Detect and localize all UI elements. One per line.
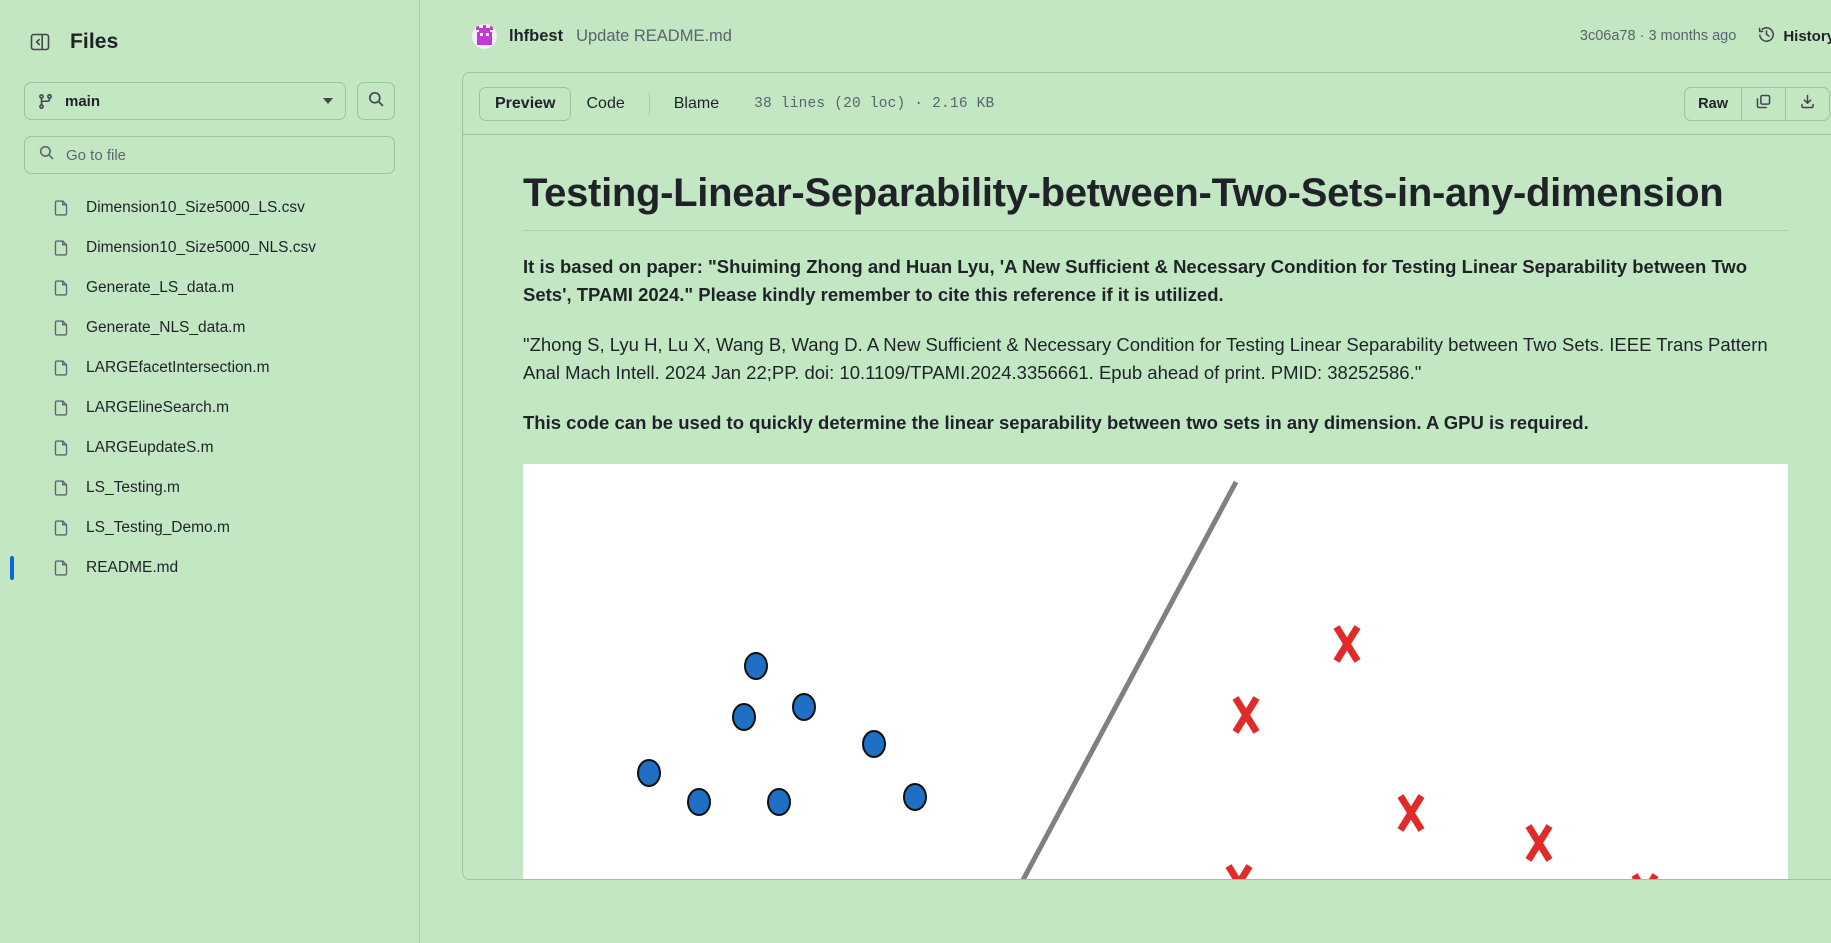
file-name: LS_Testing.m xyxy=(86,479,180,496)
download-icon xyxy=(1799,93,1816,114)
doc-paragraph-1: It is based on paper: "Shuiming Zhong an… xyxy=(523,256,1748,306)
branch-name: main xyxy=(65,92,101,110)
separator-line xyxy=(1020,480,1239,879)
branch-selector[interactable]: main xyxy=(24,82,346,120)
file-name: LARGEupdateS.m xyxy=(86,439,214,456)
commit-author[interactable]: lhfbest xyxy=(509,27,563,46)
tab-preview[interactable]: Preview xyxy=(479,86,572,121)
scatter-point-circle xyxy=(792,692,816,721)
doc-title: Testing-Linear-Separability-between-Two-… xyxy=(523,171,1788,231)
scatter-point-circle xyxy=(744,651,768,680)
file-stats: 38 lines (20 loc) · 2.16 KB xyxy=(754,95,995,112)
chevron-down-icon xyxy=(323,98,333,104)
sidebar-search-button[interactable] xyxy=(357,82,395,120)
scatter-point-cross xyxy=(1525,823,1553,862)
toolbar-actions: Raw xyxy=(1684,86,1830,121)
file-name: LARGEfacetIntersection.m xyxy=(86,359,270,376)
scatter-plot-figure: CSDN @一个兴趣使然的程序员lvh xyxy=(523,463,1788,879)
list-item[interactable]: Dimension10_Size5000_LS.csv xyxy=(0,188,419,228)
file-icon xyxy=(52,559,70,577)
commit-meta[interactable]: 3c06a78 · 3 months ago xyxy=(1580,28,1736,44)
scatter-point-circle xyxy=(732,702,756,731)
scatter-point-cross xyxy=(1631,872,1659,879)
history-label: History xyxy=(1783,27,1831,45)
list-item[interactable]: Dimension10_Size5000_NLS.csv xyxy=(0,228,419,268)
file-icon xyxy=(52,319,70,337)
history-button[interactable]: History xyxy=(1758,26,1831,47)
search-icon xyxy=(38,144,55,166)
file-icon xyxy=(52,399,70,417)
list-item[interactable]: LARGElineSearch.m xyxy=(0,388,419,428)
raw-button[interactable]: Raw xyxy=(1685,87,1742,120)
tab-code[interactable]: Code xyxy=(571,88,639,120)
list-item[interactable]: LS_Testing.m xyxy=(0,468,419,508)
scatter-point-cross xyxy=(1397,793,1425,832)
scatter-point-circle xyxy=(767,787,791,816)
commit-header-right: 3c06a78 · 3 months ago History xyxy=(1580,26,1831,47)
download-button[interactable] xyxy=(1786,88,1829,120)
sidebar-collapse-icon[interactable] xyxy=(24,26,56,58)
copy-icon xyxy=(1755,93,1772,114)
doc-paragraph-3: This code can be used to quickly determi… xyxy=(523,412,1589,434)
branch-icon xyxy=(37,93,54,110)
list-item[interactable]: LS_Testing_Demo.m xyxy=(0,508,419,548)
go-to-file-placeholder: Go to file xyxy=(66,146,127,164)
files-sidebar: Files main Go to file Dimension10_Size50… xyxy=(0,0,420,943)
search-icon xyxy=(367,90,385,113)
toolbar-divider xyxy=(648,92,650,115)
go-to-file-input[interactable]: Go to file xyxy=(24,136,395,174)
file-name: LS_Testing_Demo.m xyxy=(86,519,230,536)
list-item[interactable]: LARGEupdateS.m xyxy=(0,428,419,468)
list-item[interactable]: LARGEfacetIntersection.m xyxy=(0,348,419,388)
file-icon xyxy=(52,479,70,497)
file-icon xyxy=(52,199,70,217)
file-icon xyxy=(52,239,70,257)
branch-row: main xyxy=(0,62,419,120)
file-icon xyxy=(52,279,70,297)
page-title: Files xyxy=(70,30,119,53)
file-icon xyxy=(52,439,70,457)
avatar xyxy=(472,23,497,49)
main-content: lhfbest Update README.md 3c06a78 · 3 mon… xyxy=(420,0,1831,943)
doc-paragraph-2: "Zhong S, Lyu H, Lu X, Wang B, Wang D. A… xyxy=(523,334,1768,384)
file-name: Generate_LS_data.m xyxy=(86,279,235,296)
file-list: Dimension10_Size5000_LS.csv Dimension10_… xyxy=(0,188,419,588)
scatter-point-circle xyxy=(687,787,711,816)
tab-blame[interactable]: Blame xyxy=(659,88,734,120)
file-name: Generate_NLS_data.m xyxy=(86,319,246,336)
file-name: Dimension10_Size5000_LS.csv xyxy=(86,199,305,216)
scatter-plot-svg xyxy=(637,480,1659,879)
scatter-point-circle xyxy=(637,758,661,787)
app-root: Files main Go to file Dimension10_Size50… xyxy=(0,0,1831,943)
list-item-readme[interactable]: README.md xyxy=(0,548,419,588)
sidebar-header: Files xyxy=(0,0,419,62)
raw-copy-download-group: Raw xyxy=(1684,86,1830,121)
file-name: Dimension10_Size5000_NLS.csv xyxy=(86,239,317,256)
scatter-point-cross xyxy=(1225,863,1253,879)
file-icon xyxy=(52,359,70,377)
file-name: README.md xyxy=(86,559,179,576)
history-clock-icon xyxy=(1758,26,1775,47)
scatter-point-circle xyxy=(903,782,927,811)
list-item[interactable]: Generate_LS_data.m xyxy=(0,268,419,308)
file-viewer-card: Preview Code Blame 38 lines (20 loc) · 2… xyxy=(462,72,1831,880)
scatter-point-cross xyxy=(1232,695,1260,734)
file-icon xyxy=(52,519,70,537)
commit-message[interactable]: Update README.md xyxy=(576,27,732,46)
file-name: LARGElineSearch.m xyxy=(86,399,230,416)
commit-header: lhfbest Update README.md 3c06a78 · 3 mon… xyxy=(450,0,1831,72)
scatter-point-circle xyxy=(862,729,886,758)
copy-button[interactable] xyxy=(1742,87,1786,120)
list-item[interactable]: Generate_NLS_data.m xyxy=(0,308,419,348)
scatter-point-cross xyxy=(1333,624,1361,663)
file-toolbar: Preview Code Blame 38 lines (20 loc) · 2… xyxy=(463,73,1831,135)
markdown-body: Testing-Linear-Separability-between-Two-… xyxy=(463,135,1831,879)
